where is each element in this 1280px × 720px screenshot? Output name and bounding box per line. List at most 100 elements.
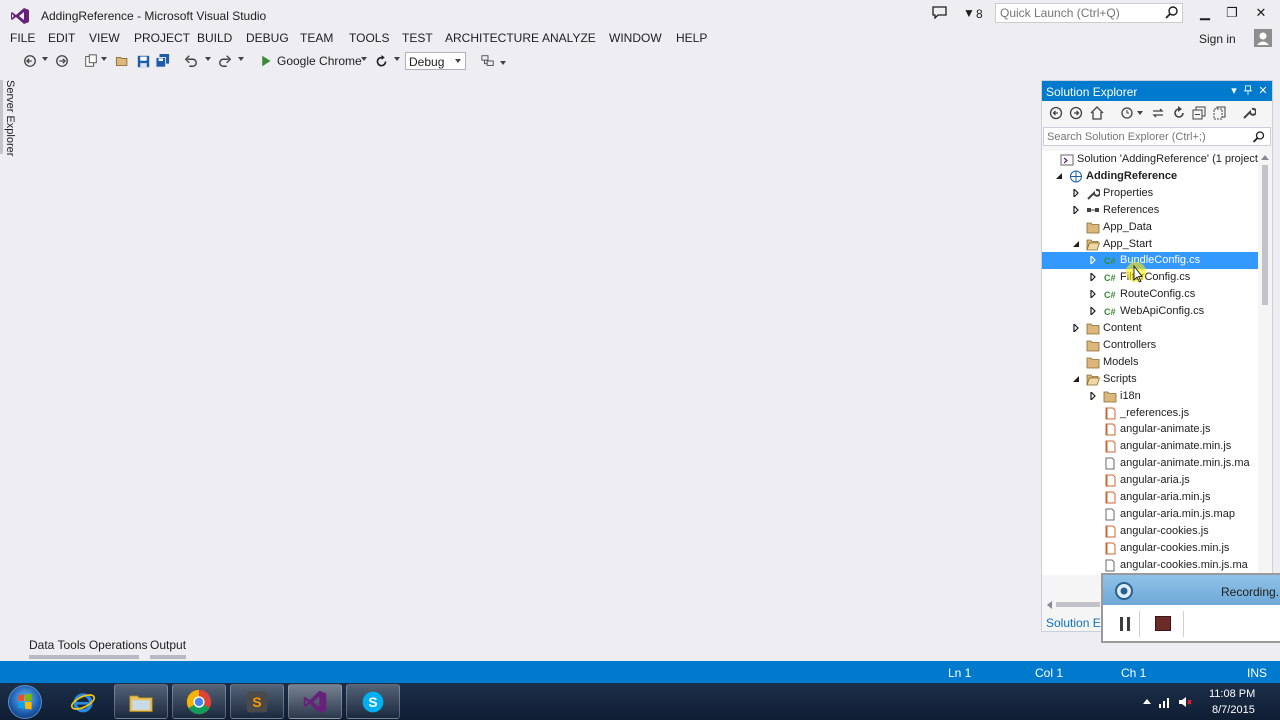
taskbar-internet-explorer[interactable] <box>56 684 110 719</box>
chevron-down-icon[interactable] <box>205 57 211 61</box>
collapsed-arrow-icon[interactable] <box>1089 391 1097 400</box>
expanded-arrow-icon[interactable] <box>1072 240 1080 248</box>
tree-item[interactable]: C# FilterConfig.cs <box>1042 269 1258 286</box>
vertical-scrollbar[interactable] <box>1259 151 1271 575</box>
pause-icon[interactable] <box>1119 617 1131 631</box>
tree-item[interactable]: App_Data <box>1042 219 1258 236</box>
menu-view[interactable]: VIEW <box>89 31 120 45</box>
tree-item[interactable]: Scripts <box>1042 371 1258 388</box>
collapsed-arrow-icon[interactable] <box>1089 273 1097 282</box>
home-icon[interactable] <box>1090 106 1104 120</box>
menu-architecture[interactable]: ARCHITECTURE <box>445 31 539 45</box>
network-icon[interactable] <box>1158 695 1172 709</box>
save-icon[interactable] <box>135 53 151 69</box>
show-all-files-icon[interactable] <box>1213 106 1227 120</box>
taskbar-skype[interactable]: S <box>346 684 400 719</box>
taskbar-visual-studio[interactable] <box>288 684 342 719</box>
chevron-down-icon[interactable] <box>42 57 48 61</box>
notification-icon[interactable] <box>932 6 947 19</box>
refresh-icon[interactable] <box>1172 106 1186 120</box>
sign-in-link[interactable]: Sign in <box>1199 32 1236 46</box>
minimize-button[interactable]: ▁ <box>1196 5 1214 21</box>
undo-icon[interactable] <box>183 53 199 69</box>
tree-item[interactable]: C# WebApiConfig.cs <box>1042 303 1258 320</box>
tree-item[interactable]: AddingReference <box>1042 168 1258 185</box>
volume-muted-icon[interactable] <box>1178 695 1192 709</box>
menu-window[interactable]: WINDOW <box>609 31 662 45</box>
menu-debug[interactable]: DEBUG <box>246 31 289 45</box>
expanded-arrow-icon[interactable] <box>1072 375 1080 383</box>
scroll-left-icon[interactable] <box>1046 601 1052 609</box>
tree-item[interactable]: App_Start <box>1042 236 1258 253</box>
horizontal-scrollbar[interactable] <box>1042 599 1102 609</box>
forward-icon[interactable] <box>1069 106 1083 120</box>
solution-configuration-select[interactable]: Debug <box>405 52 466 70</box>
start-target-label[interactable]: Google Chrome <box>277 54 362 68</box>
tree-item[interactable]: angular-aria.min.js.map <box>1042 506 1258 523</box>
new-project-icon[interactable] <box>83 53 99 69</box>
collapsed-arrow-icon[interactable] <box>1072 188 1080 197</box>
tree-item[interactable]: angular-cookies.min.js.ma <box>1042 557 1258 574</box>
tree-item[interactable]: Properties <box>1042 185 1258 202</box>
menu-analyze[interactable]: ANALYZE <box>542 31 596 45</box>
chevron-down-icon[interactable] <box>361 57 367 61</box>
tree-item[interactable]: angular-aria.min.js <box>1042 489 1258 506</box>
search-icon[interactable] <box>1164 5 1179 20</box>
taskbar-file-explorer[interactable] <box>114 684 168 719</box>
menu-build[interactable]: BUILD <box>197 31 232 45</box>
save-all-icon[interactable] <box>155 53 171 69</box>
search-icon[interactable] <box>1252 130 1266 144</box>
tree-item[interactable]: i18n <box>1042 388 1258 405</box>
tree-item[interactable]: angular-animate.js <box>1042 421 1258 438</box>
scrollbar-thumb[interactable] <box>1262 165 1268 305</box>
solution-explorer-search-input[interactable] <box>1044 128 1239 145</box>
menu-tools[interactable]: TOOLS <box>349 31 389 45</box>
scrollbar-thumb[interactable] <box>1056 602 1100 607</box>
menu-test[interactable]: TEST <box>402 31 433 45</box>
navigate-forward-icon[interactable] <box>54 53 70 69</box>
menu-edit[interactable]: EDIT <box>48 31 75 45</box>
tab-data-tools-operations[interactable]: Data Tools Operations <box>29 638 148 652</box>
tree-item[interactable]: angular-cookies.js <box>1042 523 1258 540</box>
start-debugging-icon[interactable] <box>258 53 274 69</box>
tree-item[interactable]: References <box>1042 202 1258 219</box>
pin-icon[interactable] <box>1242 84 1254 96</box>
tree-item[interactable]: angular-animate.min.js.ma <box>1042 455 1258 472</box>
chevron-down-icon[interactable] <box>101 57 107 61</box>
taskbar-chrome[interactable] <box>172 684 226 719</box>
back-icon[interactable] <box>1049 106 1063 120</box>
close-icon[interactable]: ✕ <box>1257 84 1269 97</box>
start-button[interactable] <box>8 685 42 719</box>
chevron-down-icon[interactable] <box>1137 111 1143 115</box>
menu-project[interactable]: PROJECT <box>134 31 190 45</box>
properties-wrench-icon[interactable] <box>1242 106 1256 120</box>
history-icon[interactable] <box>1120 106 1134 120</box>
taskbar-sublime-text[interactable]: S <box>230 684 284 719</box>
solution-explorer-tab[interactable]: Solution Ex <box>1046 616 1107 630</box>
quick-launch[interactable] <box>995 3 1183 23</box>
tree-item[interactable]: Controllers <box>1042 337 1258 354</box>
clock-date[interactable]: 8/7/2015 <box>1212 704 1255 716</box>
collapsed-arrow-icon[interactable] <box>1089 256 1097 265</box>
close-button[interactable]: ✕ <box>1252 5 1270 21</box>
menu-file[interactable]: FILE <box>10 31 35 45</box>
scroll-up-icon[interactable] <box>1261 154 1269 160</box>
stop-icon[interactable] <box>1155 616 1171 631</box>
tree-item[interactable]: Models <box>1042 354 1258 371</box>
solution-explorer-search[interactable] <box>1043 127 1271 146</box>
user-avatar-icon[interactable] <box>1254 29 1272 47</box>
expanded-arrow-icon[interactable] <box>1055 172 1063 180</box>
tree-item[interactable]: angular-cookies.min.js <box>1042 540 1258 557</box>
tree-item[interactable]: Content <box>1042 320 1258 337</box>
collapsed-arrow-icon[interactable] <box>1072 205 1080 214</box>
server-explorer-tab[interactable]: Server Explorer <box>4 80 22 156</box>
menu-team[interactable]: TEAM <box>300 31 333 45</box>
redo-icon[interactable] <box>217 53 233 69</box>
collapse-all-icon[interactable] <box>1192 106 1206 120</box>
tree-item[interactable]: angular-aria.js <box>1042 472 1258 489</box>
refresh-icon[interactable] <box>373 53 389 69</box>
collapsed-arrow-icon[interactable] <box>1089 290 1097 299</box>
tree-item[interactable]: C# BundleConfig.cs <box>1042 252 1258 270</box>
tree-item[interactable]: C# RouteConfig.cs <box>1042 286 1258 303</box>
open-file-icon[interactable] <box>114 53 130 69</box>
